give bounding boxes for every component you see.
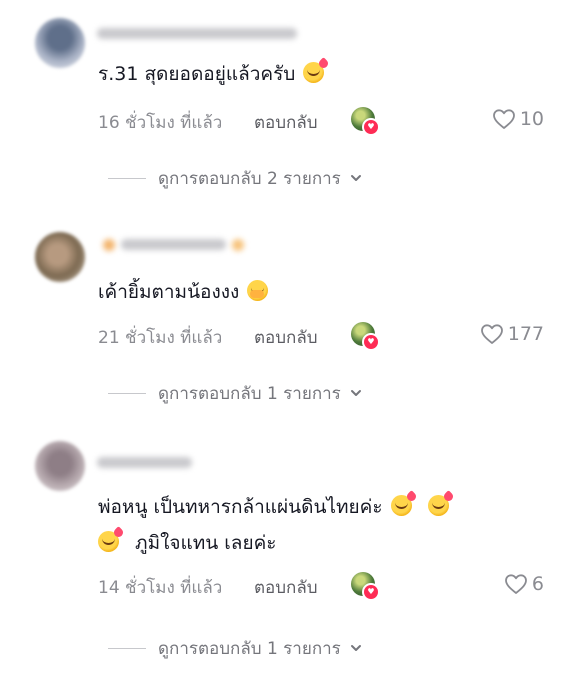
comment-text: ร.31 สุดยอดอยู่แล้วครับ — [98, 59, 325, 90]
comment-text-content: เค้ายิ้มตามน้องงง — [98, 281, 240, 303]
reply-button[interactable]: ตอบกลับ — [254, 109, 318, 136]
like-count: 10 — [519, 108, 544, 130]
heart-outline-icon[interactable] — [504, 573, 528, 595]
emoji-decor — [232, 238, 244, 251]
creator-liked-badge: ♥ — [351, 107, 380, 136]
chevron-down-icon[interactable] — [349, 641, 363, 655]
chevron-down-icon[interactable] — [349, 386, 363, 400]
smiling-hearts-emoji — [303, 62, 325, 83]
view-replies-label[interactable]: ดูการตอบกลับ 2 รายการ — [158, 165, 341, 192]
divider-line — [108, 392, 146, 394]
smiling-hearts-emoji — [390, 495, 412, 516]
heart-outline-icon[interactable] — [492, 108, 516, 130]
like-button[interactable]: 177 — [480, 320, 544, 348]
avatar[interactable] — [35, 232, 85, 282]
comment-time: 16 ชั่วโมง ที่แล้ว — [98, 113, 223, 133]
heart-icon: ♥ — [362, 583, 380, 601]
heart-icon: ♥ — [362, 118, 380, 136]
divider-line — [108, 177, 146, 179]
avatar[interactable] — [35, 441, 85, 491]
comment-meta: 16 ชั่วโมง ที่แล้ว ตอบกลับ ♥ 10 — [98, 107, 544, 136]
view-replies-button[interactable]: ดูการตอบกลับ 1 รายการ — [108, 381, 363, 405]
emoji-decor — [103, 238, 115, 251]
comment-meta: 21 ชั่วโมง ที่แล้ว ตอบกลับ ♥ 177 — [98, 322, 544, 351]
chevron-down-icon[interactable] — [349, 171, 363, 185]
like-count: 177 — [507, 323, 544, 345]
creator-liked-badge: ♥ — [351, 322, 380, 351]
comment-time: 21 ชั่วโมง ที่แล้ว — [98, 328, 223, 348]
like-count: 6 — [531, 573, 544, 595]
view-replies-label[interactable]: ดูการตอบกลับ 1 รายการ — [158, 380, 341, 407]
comment-text-line2: ภูมิใจแทน เลยค่ะ — [135, 532, 277, 554]
view-replies-label[interactable]: ดูการตอบกลับ 1 รายการ — [158, 635, 341, 662]
view-replies-button[interactable]: ดูการตอบกลับ 2 รายการ — [108, 166, 363, 190]
comment-time: 14 ชั่วโมง ที่แล้ว — [98, 578, 223, 598]
divider-line — [108, 647, 146, 649]
username-blurred[interactable] — [97, 455, 192, 470]
username-blurred[interactable] — [97, 26, 297, 41]
comment-text: เค้ายิ้มตามน้องงง — [98, 277, 269, 308]
comment-text: พ่อหนู เป็นทหารกล้าแผ่นดินไทยค่ะ — [98, 492, 449, 523]
smiling-hearts-emoji — [427, 495, 449, 516]
face-with-hand-over-mouth-emoji — [247, 280, 269, 301]
reply-button[interactable]: ตอบกลับ — [254, 324, 318, 351]
comment-text-line1: พ่อหนู เป็นทหารกล้าแผ่นดินไทยค่ะ — [98, 496, 383, 518]
like-button[interactable]: 6 — [504, 570, 544, 598]
smiling-hearts-emoji — [98, 531, 119, 552]
avatar[interactable] — [35, 18, 85, 68]
heart-icon: ♥ — [362, 333, 380, 351]
like-button[interactable]: 10 — [492, 105, 544, 133]
heart-outline-icon[interactable] — [480, 323, 504, 345]
comment-meta: 14 ชั่วโมง ที่แล้ว ตอบกลับ ♥ 6 — [98, 572, 544, 601]
username-blurred[interactable] — [97, 237, 250, 252]
reply-button[interactable]: ตอบกลับ — [254, 574, 318, 601]
view-replies-button[interactable]: ดูการตอบกลับ 1 รายการ — [108, 636, 363, 660]
comment-text-content: ร.31 สุดยอดอยู่แล้วครับ — [98, 63, 296, 85]
comment-text-2: ภูมิใจแทน เลยค่ะ — [98, 528, 277, 559]
creator-liked-badge: ♥ — [351, 572, 380, 601]
